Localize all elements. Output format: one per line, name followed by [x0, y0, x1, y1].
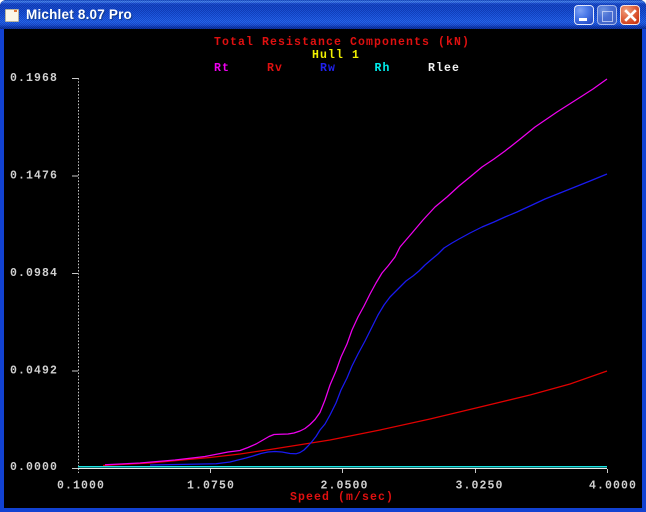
svg-text:Rv: Rv — [267, 62, 283, 75]
svg-text:Rlee: Rlee — [428, 62, 460, 75]
svg-text:Hull 1: Hull 1 — [312, 49, 360, 62]
svg-text:0.1476: 0.1476 — [10, 170, 58, 183]
svg-text:0.0000: 0.0000 — [10, 461, 58, 474]
svg-text:0.1968: 0.1968 — [10, 72, 58, 85]
svg-text:Rw: Rw — [320, 62, 336, 75]
svg-text:Rh: Rh — [375, 62, 391, 75]
svg-text:4.0000: 4.0000 — [589, 480, 637, 493]
svg-text:1.0750: 1.0750 — [187, 480, 235, 493]
svg-text:0.1000: 0.1000 — [57, 480, 105, 493]
svg-text:3.0250: 3.0250 — [456, 480, 504, 493]
svg-text:Rt: Rt — [214, 62, 230, 75]
svg-text:Total Resistance Components (k: Total Resistance Components (kN) — [214, 36, 470, 49]
svg-text:0.0984: 0.0984 — [10, 267, 58, 280]
svg-text:0.0492: 0.0492 — [10, 365, 58, 378]
svg-text:Speed (m/sec): Speed (m/sec) — [290, 491, 394, 504]
